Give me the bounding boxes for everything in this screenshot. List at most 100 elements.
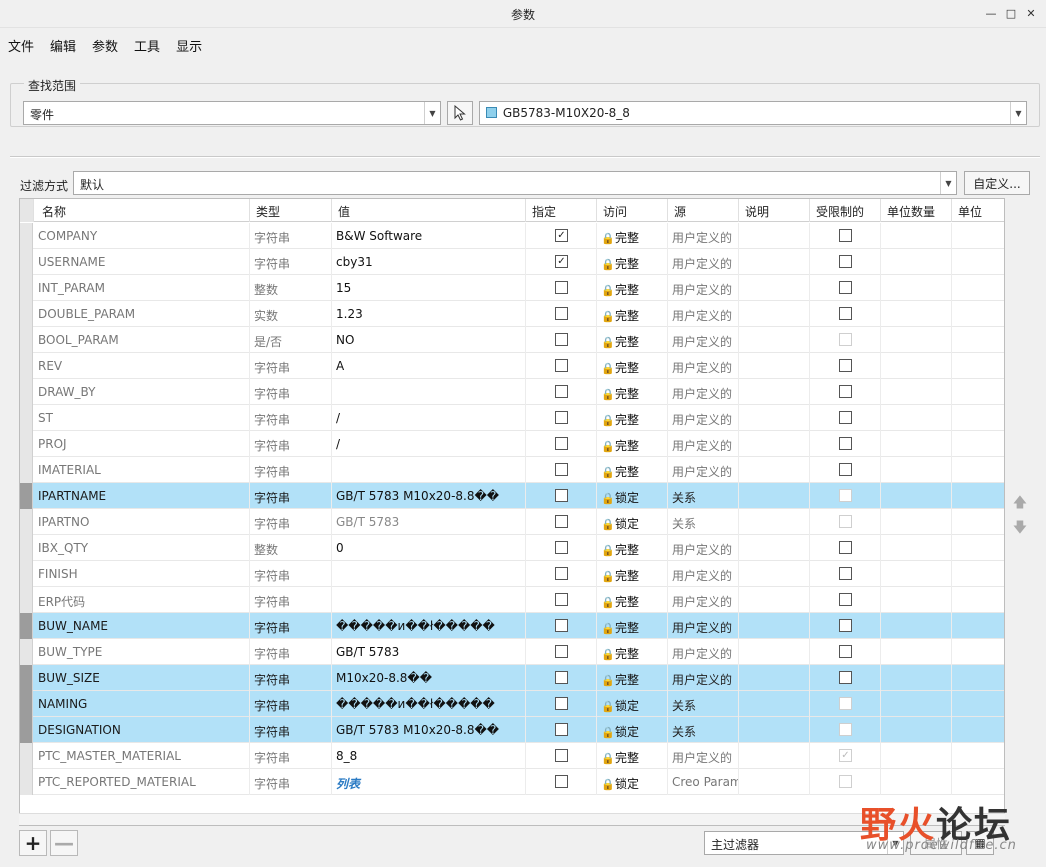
restricted-checkbox[interactable] (839, 437, 852, 450)
param-access[interactable]: 🔒完整 (597, 431, 668, 457)
param-description[interactable] (739, 743, 810, 769)
param-name[interactable]: PTC_REPORTED_MATERIAL (34, 769, 250, 795)
table-row[interactable]: PTC_MASTER_MATERIAL 字符串 8_8 🔒完整 用户定义的 ✓ (20, 743, 1004, 769)
restricted-checkbox[interactable] (839, 411, 852, 424)
param-access[interactable]: 🔒完整 (597, 561, 668, 587)
table-row[interactable]: IPARTNAME 字符串 GB/T 5783 M10x20-8.8�� 🔒锁定 关系 (20, 483, 1004, 509)
restricted-checkbox[interactable] (839, 281, 852, 294)
assigned-checkbox[interactable] (555, 619, 568, 632)
row-header[interactable] (20, 613, 33, 639)
param-name[interactable]: USERNAME (34, 249, 250, 275)
select-object-button[interactable] (447, 101, 473, 125)
row-header[interactable] (20, 587, 33, 613)
param-value[interactable]: GB/T 5783 (332, 639, 526, 665)
object-type-select[interactable]: 零件 ▼ (23, 101, 441, 125)
row-header[interactable] (20, 223, 33, 249)
param-value[interactable]: / (332, 405, 526, 431)
col-description[interactable]: 说明 (739, 199, 810, 222)
param-value[interactable]: / (332, 431, 526, 457)
param-value[interactable]: 0 (332, 535, 526, 561)
menu-tools[interactable]: 工具 (126, 33, 168, 55)
row-header[interactable] (20, 691, 33, 717)
table-row[interactable]: INT_PARAM 整数 15 🔒完整 用户定义的 (20, 275, 1004, 301)
row-header[interactable] (20, 457, 33, 483)
assigned-checkbox[interactable] (555, 723, 568, 736)
table-row[interactable]: USERNAME 字符串 cby31 ✓ 🔒完整 用户定义的 (20, 249, 1004, 275)
table-row[interactable]: ST 字符串 / 🔒完整 用户定义的 (20, 405, 1004, 431)
horizontal-scrollbar[interactable] (19, 813, 1005, 825)
param-description[interactable] (739, 639, 810, 665)
row-header[interactable] (20, 327, 33, 353)
param-type[interactable]: 字符串 (250, 691, 332, 717)
assigned-checkbox[interactable] (555, 281, 568, 294)
param-name[interactable]: DOUBLE_PARAM (34, 301, 250, 327)
param-type[interactable]: 整数 (250, 275, 332, 301)
param-type[interactable]: 字符串 (250, 431, 332, 457)
param-type[interactable]: 字符串 (250, 665, 332, 691)
param-name[interactable]: NAMING (34, 691, 250, 717)
param-value[interactable]: GB/T 5783 M10x20-8.8�� (332, 483, 526, 509)
param-type[interactable]: 字符串 (250, 769, 332, 795)
table-row[interactable]: PTC_REPORTED_MATERIAL 字符串 列表 🔒锁定 Creo Param (20, 769, 1004, 795)
menu-file[interactable]: 文件 (0, 33, 42, 55)
param-access[interactable]: 🔒完整 (597, 665, 668, 691)
table-row[interactable]: FINISH 字符串 🔒完整 用户定义的 (20, 561, 1004, 587)
maximize-icon[interactable]: □ (1004, 4, 1018, 22)
param-value[interactable]: 8_8 (332, 743, 526, 769)
param-value[interactable]: �����и��ł����� (332, 691, 526, 717)
param-access[interactable]: 🔒锁定 (597, 769, 668, 795)
param-name[interactable]: PTC_MASTER_MATERIAL (34, 743, 250, 769)
param-description[interactable] (739, 691, 810, 717)
row-header[interactable] (20, 431, 33, 457)
assigned-checkbox[interactable] (555, 463, 568, 476)
param-description[interactable] (739, 613, 810, 639)
param-name[interactable]: FINISH (34, 561, 250, 587)
restricted-checkbox[interactable] (839, 671, 852, 684)
param-description[interactable] (739, 431, 810, 457)
table-row[interactable]: DRAW_BY 字符串 🔒完整 用户定义的 (20, 379, 1004, 405)
param-name[interactable]: DRAW_BY (34, 379, 250, 405)
restricted-checkbox[interactable] (839, 255, 852, 268)
assigned-checkbox[interactable] (555, 515, 568, 528)
remove-parameter-button[interactable]: — (50, 830, 78, 856)
param-access[interactable]: 🔒锁定 (597, 483, 668, 509)
param-name[interactable]: ST (34, 405, 250, 431)
param-value[interactable]: �����и��ł����� (332, 613, 526, 639)
param-name[interactable]: BOOL_PARAM (34, 327, 250, 353)
param-value[interactable]: GB/T 5783 M10x20-8.8�� (332, 717, 526, 743)
param-access[interactable]: 🔒完整 (597, 327, 668, 353)
param-name[interactable]: BUW_NAME (34, 613, 250, 639)
assigned-checkbox[interactable] (555, 567, 568, 580)
table-row[interactable]: BUW_SIZE 字符串 M10x20-8.8�� 🔒完整 用户定义的 (20, 665, 1004, 691)
param-description[interactable] (739, 665, 810, 691)
param-access[interactable]: 🔒完整 (597, 275, 668, 301)
assigned-checkbox[interactable] (555, 775, 568, 788)
param-name[interactable]: COMPANY (34, 223, 250, 249)
restricted-checkbox[interactable] (839, 359, 852, 372)
assigned-checkbox[interactable] (555, 489, 568, 502)
param-description[interactable] (739, 561, 810, 587)
table-row[interactable]: REV 字符串 A 🔒完整 用户定义的 (20, 353, 1004, 379)
param-type[interactable]: 字符串 (250, 743, 332, 769)
minimize-icon[interactable]: — (984, 4, 998, 22)
param-type[interactable]: 字符串 (250, 379, 332, 405)
param-description[interactable] (739, 717, 810, 743)
param-description[interactable] (739, 301, 810, 327)
param-access[interactable]: 🔒完整 (597, 223, 668, 249)
row-header[interactable] (20, 483, 33, 509)
col-restricted[interactable]: 受限制的 (810, 199, 881, 222)
row-header[interactable] (20, 535, 33, 561)
assigned-checkbox[interactable] (555, 593, 568, 606)
table-row[interactable]: BOOL_PARAM 是/否 NO 🔒完整 用户定义的 (20, 327, 1004, 353)
param-type[interactable]: 字符串 (250, 509, 332, 535)
col-name[interactable]: 名称 (34, 199, 250, 222)
param-value[interactable] (332, 379, 526, 405)
param-type[interactable]: 字符串 (250, 717, 332, 743)
col-type[interactable]: 类型 (250, 199, 332, 222)
param-type[interactable]: 字符串 (250, 613, 332, 639)
table-row[interactable]: IBX_QTY 整数 0 🔒完整 用户定义的 (20, 535, 1004, 561)
param-value[interactable] (332, 457, 526, 483)
row-header[interactable] (20, 301, 33, 327)
chevron-down-icon[interactable]: ▼ (424, 102, 440, 124)
restricted-checkbox[interactable] (839, 307, 852, 320)
